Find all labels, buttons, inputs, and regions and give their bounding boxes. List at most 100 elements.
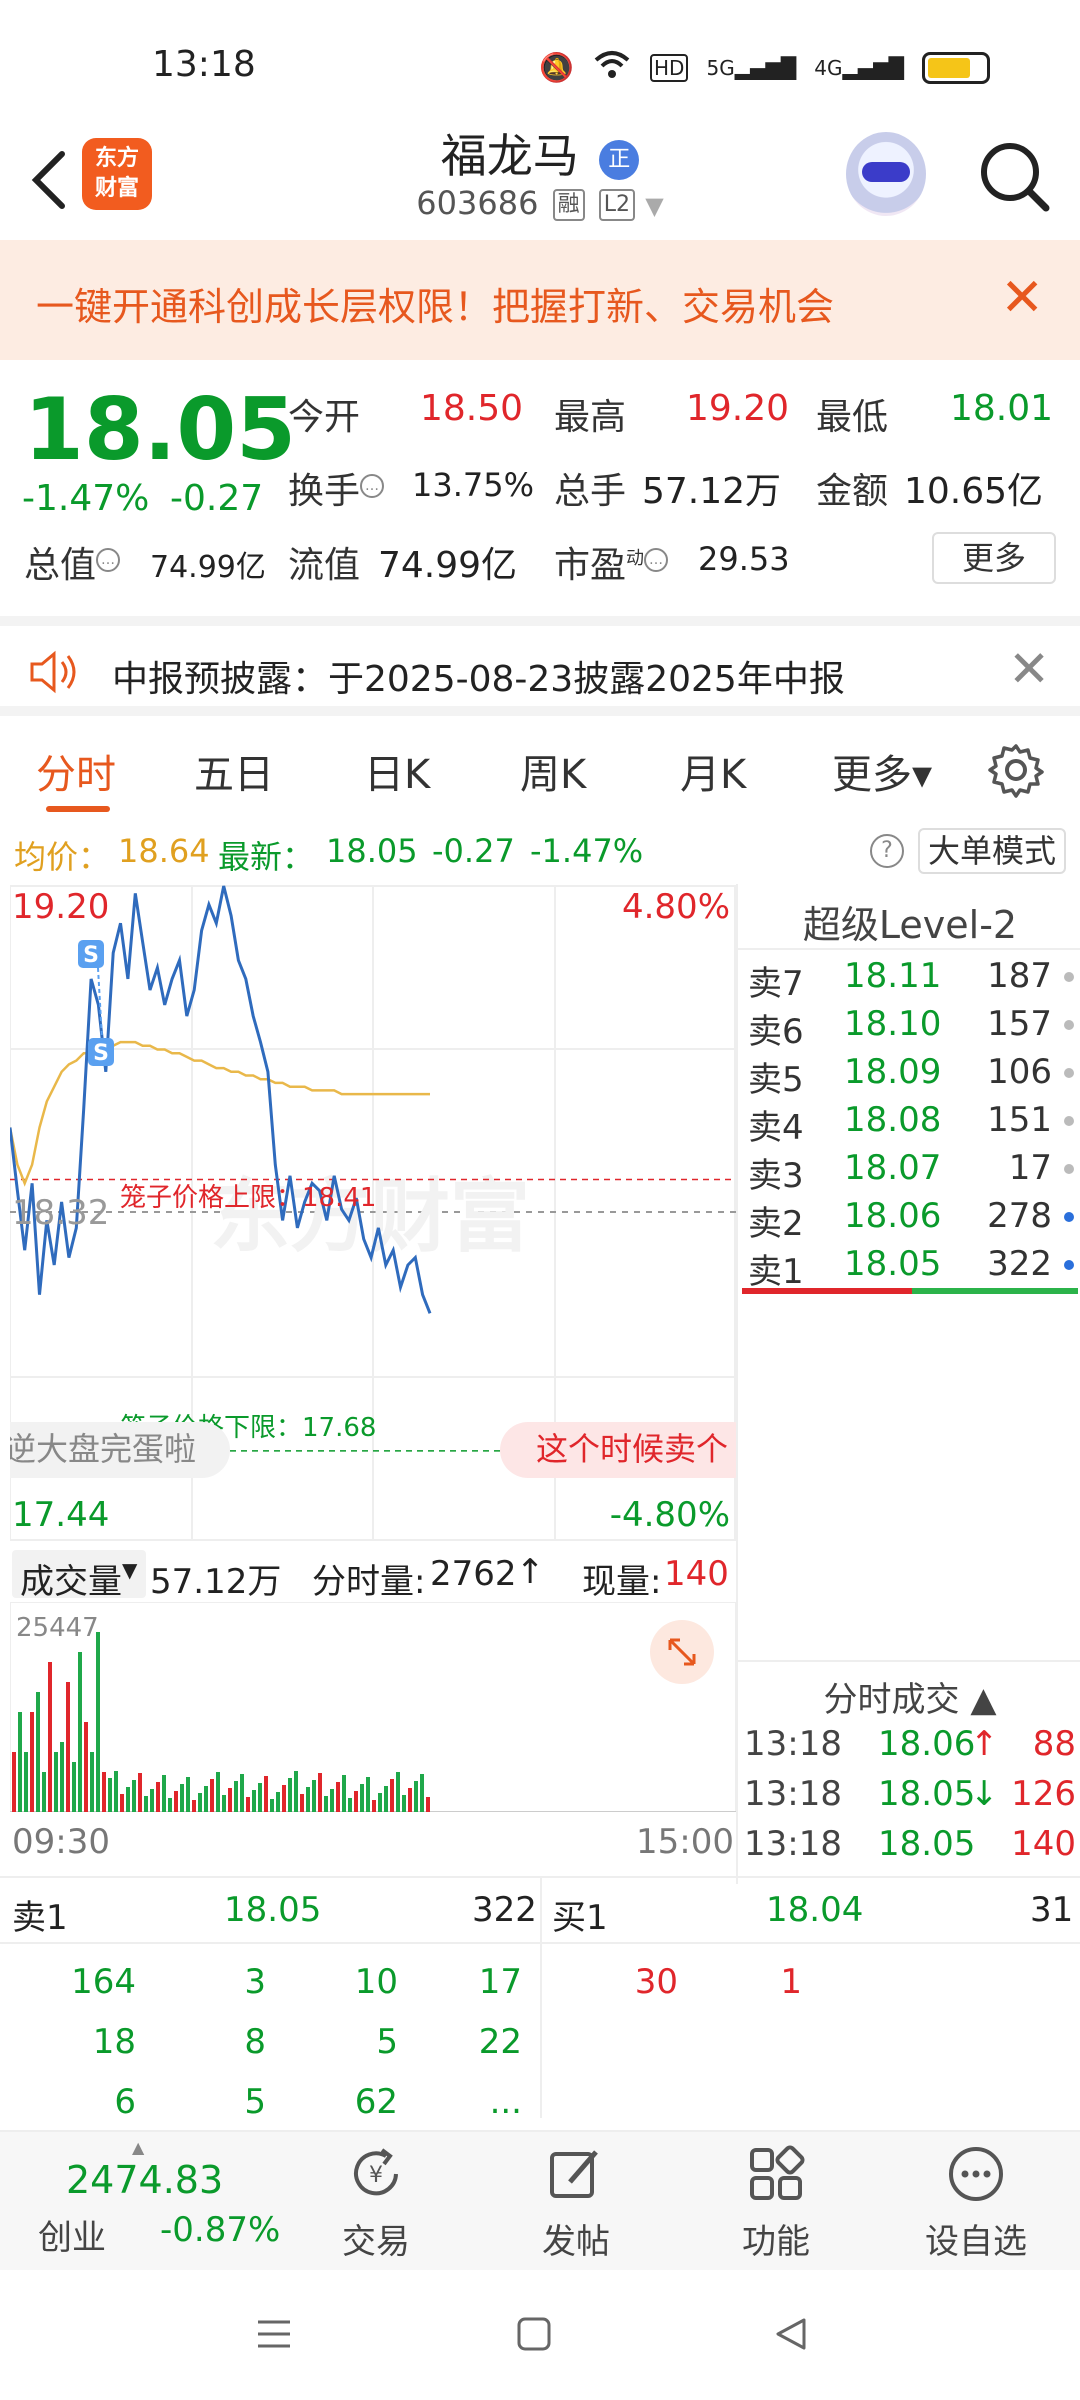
- add-watchlist-button[interactable]: 设自选: [906, 2144, 1046, 2263]
- index-widget[interactable]: ▲ 2474.83 创业 -0.87%: [20, 2138, 280, 2268]
- open-label: 今开: [288, 397, 361, 438]
- sell-marker-1[interactable]: S: [78, 940, 104, 968]
- order-dot-icon: [1064, 1612, 1074, 1622]
- volume-bar: [348, 1798, 352, 1812]
- toast-right[interactable]: 这个时候卖个: [500, 1422, 736, 1478]
- volume-bar: [366, 1777, 370, 1812]
- volume-bar: [48, 1662, 52, 1812]
- volume-bar: [300, 1794, 304, 1812]
- info-icon[interactable]: …: [644, 548, 669, 572]
- bid-volume: 689: [987, 1452, 1052, 1492]
- trade-button[interactable]: ¥ 交易: [306, 2144, 446, 2263]
- tab-fenshi[interactable]: 分时: [36, 742, 116, 800]
- volume-bar: [204, 1786, 208, 1812]
- close-icon[interactable]: ✕: [1000, 268, 1044, 328]
- info-icon[interactable]: …: [96, 548, 121, 572]
- tab-more[interactable]: 更多▾: [832, 742, 932, 800]
- bid-volume: 31: [1008, 1308, 1052, 1348]
- volume-value: 57.12万: [642, 471, 782, 512]
- volume-bar: [246, 1797, 250, 1812]
- close-icon[interactable]: ✕: [1008, 640, 1050, 698]
- search-icon[interactable]: [974, 136, 1054, 216]
- queue-sell-order: 10: [354, 1962, 398, 2002]
- order-dot-icon: [1064, 1372, 1074, 1382]
- ticks-title[interactable]: 分时成交 ▲: [738, 1672, 1080, 1721]
- tab-month-k[interactable]: 月K: [680, 742, 746, 800]
- notice-text: 中报预披露：于2025-08-23披露2025年中报: [112, 659, 845, 700]
- tab-five-day[interactable]: 五日: [194, 742, 274, 800]
- bid-price: 18.02: [844, 1404, 942, 1444]
- bid-row[interactable]: 买6 17.99 182: [744, 1548, 1078, 1596]
- tick-arrow-icon: ↓: [970, 1774, 999, 1814]
- ask-row[interactable]: 卖3 18.07 17: [744, 1148, 1078, 1196]
- volume-bar: [120, 1794, 124, 1812]
- tab-day-k[interactable]: 日K: [364, 742, 430, 800]
- volume-bar: [210, 1779, 214, 1812]
- status-time: 13:18: [152, 44, 256, 85]
- ask-price: 18.05: [844, 1244, 942, 1284]
- promo-text: 一键开通科创成长层权限！把握打新、交易机会: [36, 285, 835, 329]
- order-queue: 卖1 18.05 322 买1 18.04 31 164 3 10 17 18 8 5 22 6…: [0, 1876, 1080, 2122]
- intraday-chart[interactable]: 东方财富 S S 19.20 4.80% 18.32 笼子价格上限：18.41 …: [10, 884, 736, 1542]
- ask-row[interactable]: 卖4 18.08 151: [744, 1100, 1078, 1148]
- bid-row[interactable]: 买4 18.01 689: [744, 1452, 1078, 1500]
- bid-row[interactable]: 买2 18.03 60: [744, 1356, 1078, 1404]
- bid-price: 17.99: [844, 1548, 942, 1588]
- volume-bar: [60, 1742, 64, 1812]
- top-price-label: 19.20: [12, 887, 109, 927]
- tab-week-k[interactable]: 周K: [520, 742, 586, 800]
- bid-label: 买6: [748, 1556, 804, 1596]
- ask-label: 卖4: [748, 1108, 804, 1148]
- info-icon[interactable]: …: [360, 474, 385, 498]
- bid-row[interactable]: 买7 17.98 73: [744, 1596, 1078, 1644]
- volume-bar: [282, 1785, 286, 1812]
- function-button[interactable]: 功能: [706, 2144, 846, 2263]
- tab-underline: [46, 806, 110, 812]
- order-dot-icon: [1064, 1212, 1074, 1222]
- robot-assistant-icon[interactable]: [846, 132, 926, 216]
- volume-selector[interactable]: 成交量 ▼: [12, 1550, 146, 1602]
- ask-volume: 278: [987, 1196, 1052, 1236]
- bid-row[interactable]: 买5 18.00 1935: [744, 1500, 1078, 1548]
- volume-bar: [192, 1800, 196, 1812]
- stock-code: 603686: [416, 184, 539, 222]
- margin-tag: 融: [552, 189, 585, 221]
- volume-bar: [360, 1784, 364, 1812]
- volume-bar: [162, 1775, 166, 1812]
- bid-label: 买5: [748, 1508, 804, 1548]
- high-label: 最高: [554, 397, 627, 438]
- change-amount: -0.27: [170, 478, 264, 519]
- volume-bar: [390, 1779, 394, 1812]
- queue-sell-order: 62: [354, 2082, 398, 2122]
- menu-icon[interactable]: [254, 2314, 294, 2354]
- bid-row[interactable]: 买1 18.04 31: [744, 1308, 1078, 1356]
- ask-volume: 151: [987, 1100, 1052, 1140]
- ask-row[interactable]: 卖1 18.05 322: [744, 1244, 1078, 1292]
- post-button[interactable]: 发帖: [506, 2144, 646, 2263]
- back-nav-icon[interactable]: [772, 2314, 812, 2354]
- dropdown-icon: ▼: [645, 192, 664, 220]
- help-icon[interactable]: ?: [870, 834, 904, 868]
- home-icon[interactable]: [514, 2314, 554, 2354]
- queue-sell-order: 8: [244, 2022, 266, 2062]
- queue-sell-order: 17: [478, 1962, 522, 2002]
- big-order-mode-button[interactable]: 大单模式: [918, 828, 1066, 874]
- gear-icon[interactable]: [988, 742, 1044, 798]
- latest-value: 18.05: [326, 832, 418, 870]
- index-name: 创业: [38, 2218, 106, 2258]
- bid-price: 17.98: [844, 1596, 942, 1636]
- more-button[interactable]: 更多: [932, 532, 1056, 584]
- change-pct: -1.47%: [22, 478, 150, 519]
- ask-row[interactable]: 卖2 18.06 278: [744, 1196, 1078, 1244]
- promo-banner[interactable]: 一键开通科创成长层权限！把握打新、交易机会 ✕: [0, 240, 1080, 360]
- order-dot-icon: [1064, 1420, 1074, 1430]
- notice-bar[interactable]: 中报预披露：于2025-08-23披露2025年中报 ✕: [0, 616, 1080, 716]
- time-axis: 09:30 15:00: [0, 1814, 736, 1870]
- volume-bar: [126, 1787, 130, 1812]
- bid-row[interactable]: 买3 18.02 171: [744, 1404, 1078, 1452]
- expand-icon[interactable]: [650, 1620, 714, 1684]
- bid-label: 买3: [748, 1412, 804, 1452]
- sell-marker-2[interactable]: S: [88, 1038, 114, 1066]
- volume-bar: [132, 1780, 136, 1812]
- volume-bar: [90, 1752, 94, 1812]
